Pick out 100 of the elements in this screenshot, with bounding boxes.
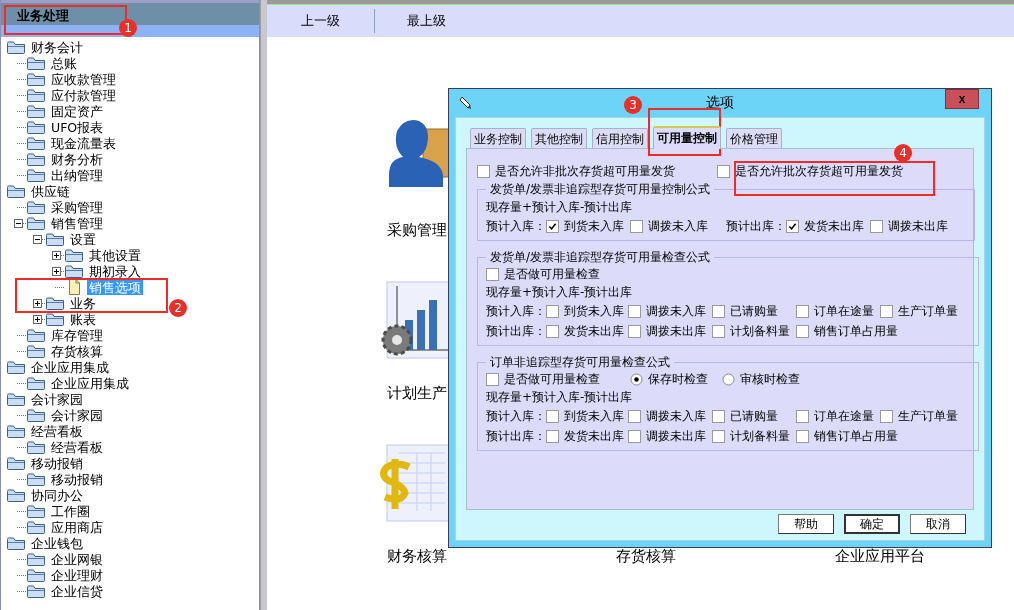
- tree-item[interactable]: 企业钱包: [29, 535, 85, 551]
- close-button[interactable]: x: [945, 89, 979, 109]
- checkbox-label[interactable]: 到货未入库: [564, 407, 624, 425]
- module-label[interactable]: 采购管理: [387, 221, 447, 240]
- checkbox[interactable]: [486, 372, 499, 386]
- tree-item[interactable]: 协同办公: [29, 487, 85, 503]
- checkbox-label[interactable]: 生产订单量: [898, 407, 958, 425]
- checkbox-label[interactable]: 计划备料量: [730, 427, 790, 445]
- expand-icon[interactable]: [52, 266, 61, 276]
- expand-icon[interactable]: [33, 314, 42, 324]
- checkbox-label[interactable]: 订单在途量: [814, 407, 874, 425]
- tree-item[interactable]: 经营看板: [29, 423, 85, 439]
- splitter-bar[interactable]: [260, 0, 267, 610]
- tree-item[interactable]: 存货核算: [49, 343, 105, 359]
- toolbar-button[interactable]: 上一级: [297, 12, 344, 30]
- tree-item[interactable]: 工作圈: [49, 503, 92, 519]
- checkbox[interactable]: [628, 304, 641, 318]
- dialog-button[interactable]: 帮助: [778, 514, 834, 534]
- checkbox[interactable]: [546, 409, 559, 423]
- checkbox-label[interactable]: 到货未入库: [564, 302, 624, 320]
- tree-item[interactable]: 应用商店: [49, 519, 105, 535]
- checkbox-label[interactable]: 销售订单占用量: [814, 427, 898, 445]
- expand-icon[interactable]: [33, 298, 42, 308]
- module-label[interactable]: 财务核算: [387, 547, 447, 566]
- tree-item[interactable]: 期初录入: [87, 263, 143, 279]
- checkbox-label[interactable]: 到货未入库: [564, 217, 624, 235]
- module-label[interactable]: 企业应用平台: [835, 547, 925, 566]
- tab[interactable]: 价格管理: [726, 128, 782, 148]
- checkbox[interactable]: [628, 324, 641, 338]
- checkbox-label[interactable]: 订单在途量: [814, 302, 874, 320]
- tree-item[interactable]: 企业理财: [49, 567, 105, 583]
- tree-item[interactable]: 移动报销: [49, 471, 105, 487]
- tree-item[interactable]: UFO报表: [49, 119, 106, 135]
- module-label[interactable]: 存货核算: [616, 547, 676, 566]
- checkbox-label[interactable]: 调拨未入库: [646, 302, 706, 320]
- checkbox-label[interactable]: 生产订单量: [898, 302, 958, 320]
- tree-item[interactable]: 账表: [68, 311, 98, 327]
- radio-button[interactable]: [630, 373, 643, 386]
- tree-item[interactable]: 企业应用集成: [29, 359, 111, 375]
- checkbox[interactable]: [712, 429, 725, 443]
- checkbox[interactable]: [796, 304, 809, 318]
- tree-item[interactable]: 库存管理: [49, 327, 105, 343]
- collapse-icon[interactable]: [33, 234, 42, 244]
- checkbox-label[interactable]: 调拨未入库: [648, 217, 708, 235]
- checkbox[interactable]: [546, 429, 559, 443]
- checkbox-label[interactable]: 销售订单占用量: [814, 322, 898, 340]
- checkbox-label[interactable]: 是否允许非批次存货超可用量发货: [495, 163, 675, 180]
- checkbox-label[interactable]: 是否做可用量检查: [504, 265, 600, 283]
- module-label[interactable]: 计划生产: [387, 384, 447, 403]
- radio-label[interactable]: 审核时检查: [740, 371, 800, 388]
- tree-item[interactable]: 财务分析: [49, 151, 105, 167]
- tree-item[interactable]: 应付款管理: [49, 87, 118, 103]
- tree-item[interactable]: 出纳管理: [49, 167, 105, 183]
- checkbox-label[interactable]: 发货未出库: [564, 322, 624, 340]
- dialog-button[interactable]: 取消: [910, 514, 966, 534]
- checkbox[interactable]: [796, 409, 809, 423]
- tab[interactable]: 可用量控制: [653, 126, 721, 149]
- checkbox-label[interactable]: 已请购量: [730, 407, 778, 425]
- tab[interactable]: 信用控制: [592, 128, 648, 148]
- checkbox-label[interactable]: 计划备料量: [730, 322, 790, 340]
- tab[interactable]: 业务控制: [470, 128, 526, 148]
- tree-item[interactable]: 企业信贷: [49, 583, 105, 599]
- checkbox-label[interactable]: 已请购量: [730, 302, 778, 320]
- checkbox-label[interactable]: 发货未出库: [804, 217, 864, 235]
- tree-item[interactable]: 经营看板: [49, 439, 105, 455]
- checkbox[interactable]: [717, 165, 730, 178]
- checkbox-label[interactable]: 调拨未入库: [646, 407, 706, 425]
- tree-item[interactable]: 销售管理: [49, 215, 105, 231]
- tree-item[interactable]: 移动报销: [29, 455, 85, 471]
- tree-item[interactable]: 会计家园: [49, 407, 105, 423]
- checkbox[interactable]: [546, 304, 559, 318]
- checkbox[interactable]: [628, 429, 641, 443]
- checkbox-label[interactable]: 是否允许批次存货超可用量发货: [735, 163, 903, 180]
- tree-item[interactable]: 供应链: [29, 183, 72, 199]
- tree-item[interactable]: 企业网银: [49, 551, 105, 567]
- expand-icon[interactable]: [52, 250, 61, 260]
- checkbox[interactable]: [796, 429, 809, 443]
- tree-item[interactable]: 设置: [68, 231, 98, 247]
- tab[interactable]: 其他控制: [531, 128, 587, 148]
- checkbox[interactable]: [546, 219, 559, 233]
- tree-item[interactable]: 现金流量表: [49, 135, 118, 151]
- checkbox-label[interactable]: 调拨未出库: [646, 427, 706, 445]
- checkbox[interactable]: [870, 219, 883, 233]
- checkbox[interactable]: [786, 219, 799, 233]
- checkbox[interactable]: [880, 304, 893, 318]
- tree-item[interactable]: 会计家园: [29, 391, 85, 407]
- checkbox-label[interactable]: 调拨未出库: [888, 217, 948, 235]
- tree-item[interactable]: 财务会计: [29, 39, 85, 55]
- checkbox-label[interactable]: 是否做可用量检查: [504, 370, 600, 388]
- checkbox-label[interactable]: 发货未出库: [564, 427, 624, 445]
- checkbox[interactable]: [712, 409, 725, 423]
- tree-item[interactable]: 采购管理: [49, 199, 105, 215]
- tree-item[interactable]: 总账: [49, 55, 79, 71]
- checkbox[interactable]: [628, 409, 641, 423]
- checkbox[interactable]: [477, 165, 490, 178]
- radio-button[interactable]: [722, 373, 735, 386]
- tree-item[interactable]: 固定资产: [49, 103, 105, 119]
- checkbox[interactable]: [486, 267, 499, 281]
- checkbox[interactable]: [712, 324, 725, 338]
- checkbox[interactable]: [880, 409, 893, 423]
